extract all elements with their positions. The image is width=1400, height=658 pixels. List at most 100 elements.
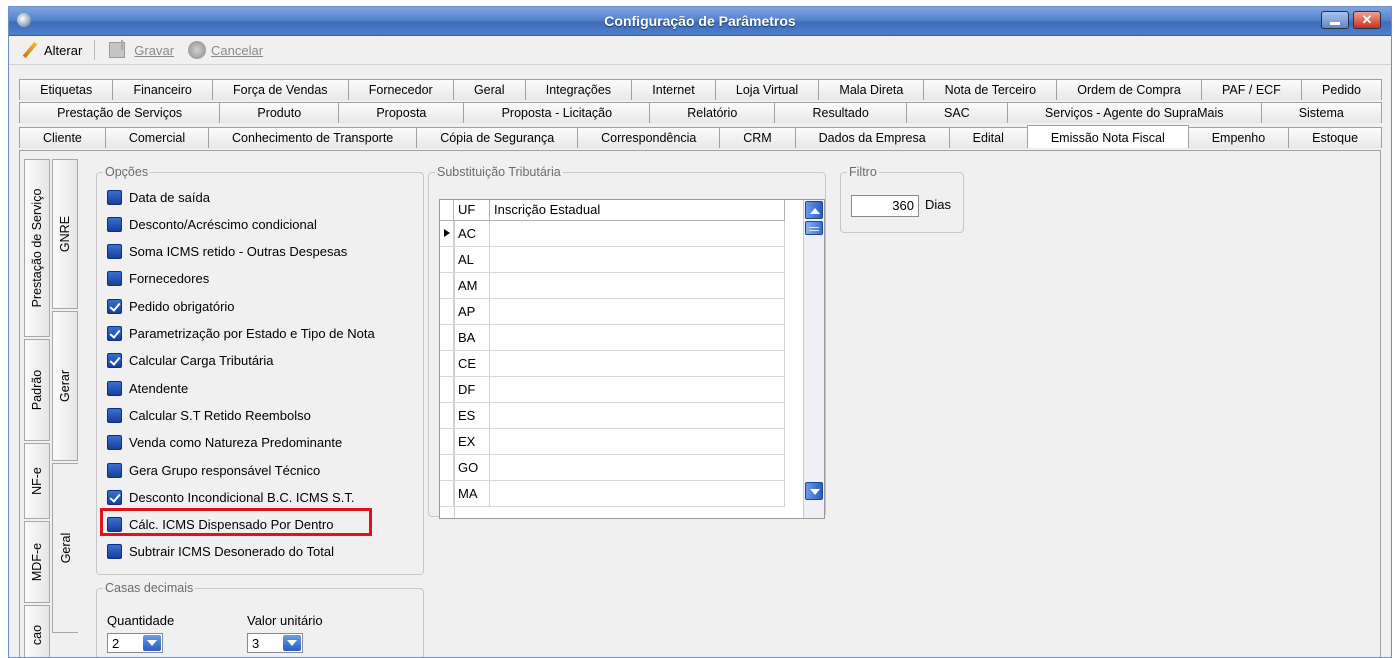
gravar-button[interactable]: Gravar [103,38,178,62]
close-button[interactable]: ✕ [1353,11,1381,29]
ie-cell[interactable] [490,455,785,480]
checkbox-unchecked-icon[interactable] [107,271,122,287]
tab-forca-de-vendas[interactable]: Força de Vendas [211,79,349,100]
tab-empenho[interactable]: Empenho [1187,127,1290,148]
tab-proposta-licitacao[interactable]: Proposta - Licitação [463,102,651,123]
option-desconto-acrescimo-condicional[interactable]: Desconto/Acréscimo condicional [107,214,317,234]
tab-servicos-agente-do-supramais[interactable]: Serviços - Agente do SupraMais [1006,102,1262,123]
cancelar-button[interactable]: Cancelar [184,38,267,62]
checkbox-checked-icon[interactable] [107,353,122,369]
uf-cell[interactable]: BA [454,325,490,350]
uf-cell[interactable]: AL [454,247,490,272]
ie-cell[interactable] [490,221,785,246]
checkbox-unchecked-icon[interactable] [107,216,122,232]
scroll-up-button[interactable] [805,201,823,219]
tab-ordem-de-compra[interactable]: Ordem de Compra [1056,79,1202,100]
uf-cell[interactable]: ES [454,403,490,428]
option-subtrair-icms-desonerado-do-total[interactable]: Subtrair ICMS Desonerado do Total [107,542,334,562]
tab-financeiro[interactable]: Financeiro [112,79,213,100]
tab-estoque[interactable]: Estoque [1288,127,1382,148]
uf-column-header[interactable]: UF [454,200,490,220]
option-pedido-obrigatorio[interactable]: Pedido obrigatório [107,296,235,316]
table-row[interactable]: AL [440,247,785,273]
table-row[interactable]: GO [440,455,785,481]
table-row[interactable]: AP [440,299,785,325]
option-gera-grupo-responsavel-tecnico[interactable]: Gera Grupo responsável Técnico [107,460,320,480]
option-soma-icms-retido-outras-despesas[interactable]: Soma ICMS retido - Outras Despesas [107,242,347,262]
checkbox-unchecked-icon[interactable] [107,244,122,260]
table-row[interactable]: BA [440,325,785,351]
checkbox-checked-icon[interactable] [107,298,122,314]
tab-prestacao-de-servicos[interactable]: Prestação de Serviços [19,102,221,123]
uf-cell[interactable]: AM [454,273,490,298]
ie-column-header[interactable]: Inscrição Estadual [490,200,785,220]
uf-cell[interactable]: GO [454,455,490,480]
side-tab-cao[interactable]: cao [24,605,50,657]
tab-fornecedor[interactable]: Fornecedor [347,79,454,100]
ie-cell[interactable] [490,299,785,324]
tab-proposta[interactable]: Proposta [338,102,465,123]
tab-emissao-nota-fiscal[interactable]: Emissão Nota Fiscal [1026,125,1189,148]
st-scrollbar[interactable] [803,200,824,518]
table-row[interactable]: ES [440,403,785,429]
scroll-down-button[interactable] [805,482,823,500]
uf-cell[interactable]: AP [454,299,490,324]
scroll-thumb[interactable] [805,221,823,235]
tab-integracoes[interactable]: Integrações [524,79,633,100]
tab-sistema[interactable]: Sistema [1260,102,1382,123]
table-row[interactable]: CE [440,351,785,377]
ie-cell[interactable] [490,377,785,402]
valor-unitario-select[interactable]: 3 [247,633,303,653]
tab-geral[interactable]: Geral [452,79,526,100]
tab-crm[interactable]: CRM [719,127,796,148]
ie-cell[interactable] [490,247,785,272]
tab-copia-de-seguranca[interactable]: Cópia de Segurança [416,127,579,148]
inner-tab-gnre[interactable]: GNRE [52,159,78,309]
side-tab-prestacao[interactable]: Prestação de Serviço [24,159,50,337]
inner-tab-gerar[interactable]: Gerar [52,311,78,461]
checkbox-checked-icon[interactable] [107,326,122,341]
uf-cell[interactable]: DF [454,377,490,402]
uf-cell[interactable]: MA [454,481,490,506]
checkbox-unchecked-icon[interactable] [107,435,122,451]
tab-produto[interactable]: Produto [219,102,340,123]
ie-cell[interactable] [490,481,785,506]
option-atendente[interactable]: Atendente [107,378,188,398]
option-desconto-incondicional-b-c-icms-s-t[interactable]: Desconto Incondicional B.C. ICMS S.T. [107,487,354,507]
tab-resultado[interactable]: Resultado [774,102,907,123]
checkbox-unchecked-icon[interactable] [107,462,122,478]
checkbox-unchecked-icon[interactable] [107,544,122,560]
table-row[interactable]: AC [440,221,785,247]
inner-tab-geral[interactable]: Geral [52,463,78,633]
tab-correspondencia[interactable]: Correspondência [577,127,721,148]
checkbox-unchecked-icon[interactable] [107,189,122,205]
table-row[interactable]: DF [440,377,785,403]
chevron-down-icon[interactable] [283,635,301,651]
tab-etiquetas[interactable]: Etiquetas [19,79,114,100]
side-tab-nfe[interactable]: NF-e [24,443,50,519]
option-parametrizacao-por-estado-e-tipo-de-nota[interactable]: Parametrização por Estado e Tipo de Nota [107,324,375,344]
side-tab-padrao[interactable]: Padrão [24,339,50,441]
quantidade-select[interactable]: 2 [107,633,163,653]
option-calcular-carga-tributaria[interactable]: Calcular Carga Tributária [107,351,274,371]
uf-cell[interactable]: CE [454,351,490,376]
tab-conhecimento-de-transporte[interactable]: Conhecimento de Transporte [208,127,418,148]
tab-dados-da-empresa[interactable]: Dados da Empresa [794,127,950,148]
ie-cell[interactable] [490,273,785,298]
ie-cell[interactable] [490,403,785,428]
filtro-dias-input[interactable]: 360 [851,195,919,217]
tab-relatorio[interactable]: Relatório [649,102,776,123]
tab-paf-ecf[interactable]: PAF / ECF [1200,79,1302,100]
tab-comercial[interactable]: Comercial [104,127,210,148]
minimize-button[interactable] [1321,11,1349,29]
tab-sac[interactable]: SAC [905,102,1008,123]
option-venda-como-natureza-predominante[interactable]: Venda como Natureza Predominante [107,433,342,453]
table-row[interactable]: AM [440,273,785,299]
uf-cell[interactable]: EX [454,429,490,454]
st-grid[interactable]: UF Inscrição Estadual AC AL AM AP BA CE DF ES EX… [439,199,825,519]
alterar-button[interactable]: Alterar [17,38,86,62]
ie-cell[interactable] [490,325,785,350]
checkbox-checked-icon[interactable] [107,489,122,505]
table-row[interactable]: MA [440,481,785,507]
table-row[interactable]: EX [440,429,785,455]
